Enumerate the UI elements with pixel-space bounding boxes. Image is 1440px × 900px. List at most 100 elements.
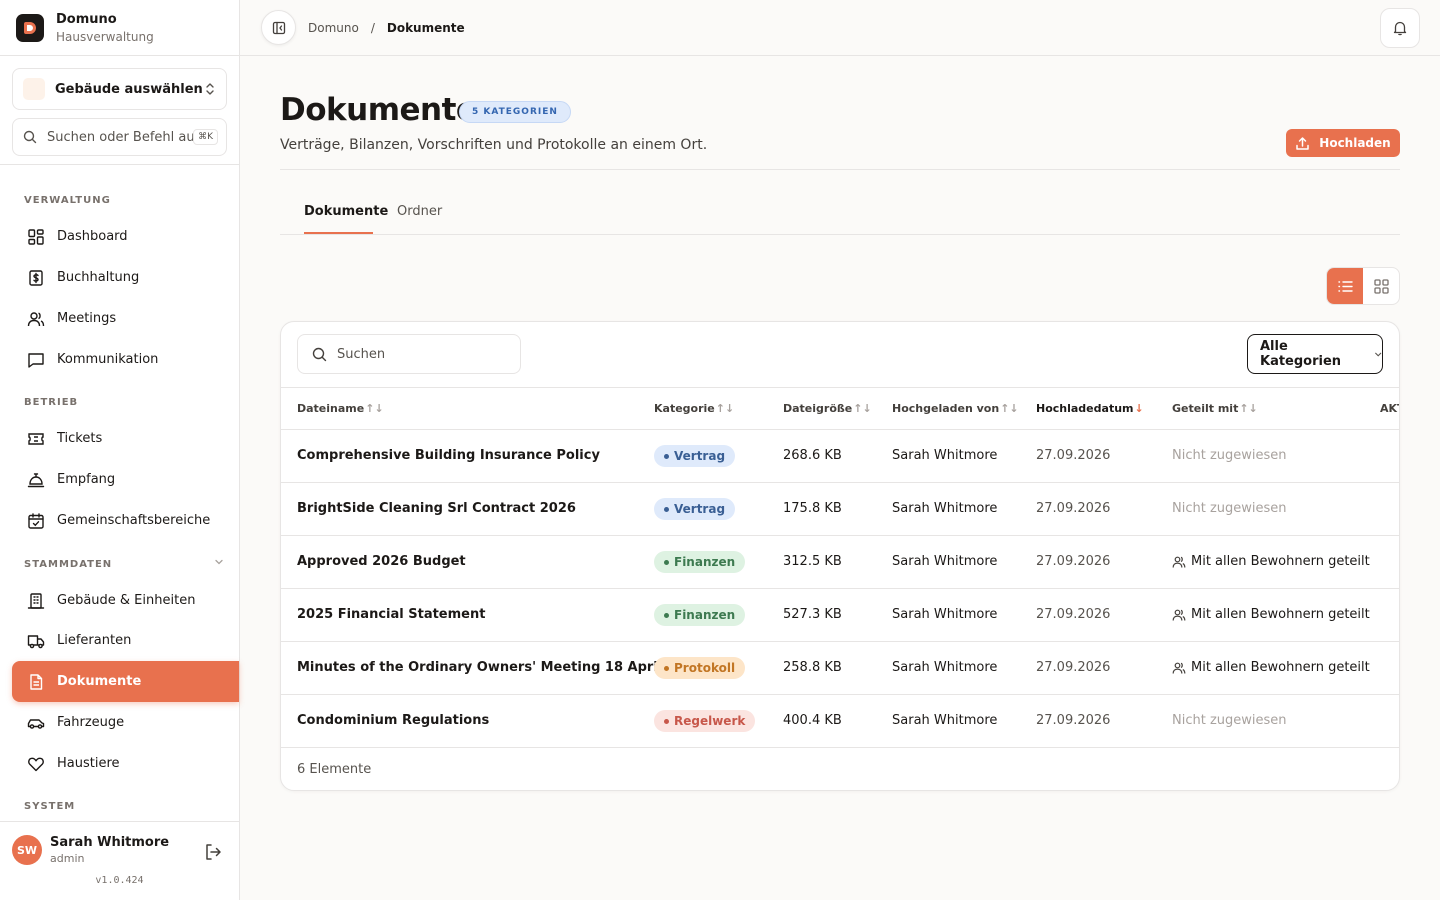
sidebar-toggle-button[interactable] [261, 10, 296, 45]
chevron-down-icon[interactable] [214, 557, 224, 567]
sort-icon: ↑↓ [1239, 402, 1258, 415]
sidebar-item-lieferanten[interactable]: Lieferanten [12, 620, 239, 661]
sidebar-item-haustiere[interactable]: Haustiere [12, 743, 239, 784]
sidebar-item-empfang[interactable]: Empfang [12, 459, 239, 500]
upload-date: 27.09.2026 [1036, 448, 1111, 463]
sidebar-item-label: Meetings [57, 311, 117, 326]
column-label: Dateigröße [783, 402, 853, 415]
sidebar-toggle-icon [272, 21, 285, 34]
sidebar-item-dashboard[interactable]: Dashboard [12, 216, 239, 257]
list-view-button[interactable] [1327, 268, 1363, 304]
command-search[interactable]: Suchen oder Befehl aus ⌘K [12, 118, 227, 156]
shortcut-badge: ⌘K [193, 129, 218, 145]
uploaded-by: Sarah Whitmore [892, 660, 998, 675]
user-role: admin [50, 852, 85, 865]
breadcrumb-root[interactable]: Domuno [308, 21, 359, 35]
table-header: Dateiname↑↓ Kategorie↑↓ Dateigröße↑↓ Hoc… [281, 387, 1399, 430]
sidebar-item-kommunikation[interactable]: Kommunikation [12, 339, 239, 380]
sidebar-item-label: Dokumente [57, 674, 142, 689]
upload-date: 27.09.2026 [1036, 554, 1111, 569]
file-name[interactable]: Minutes of the Ordinary Owners' Meeting … [297, 660, 703, 675]
sidebar-item-label: Buchhaltung [57, 270, 140, 285]
app-version: v1.0.424 [95, 875, 144, 886]
column-label: Dateiname [297, 402, 365, 415]
chat-icon [26, 350, 46, 370]
sidebar-item-label: Empfang [57, 472, 116, 487]
column-header-dateigroesse[interactable]: Dateigröße↑↓ [783, 402, 872, 415]
shared-with: Mit allen Bewohnern geteilt [1172, 607, 1370, 622]
page-title: Dokumente [280, 92, 477, 128]
column-header-dateiname[interactable]: Dateiname↑↓ [297, 402, 384, 415]
shared-with-label: Mit allen Bewohnern geteilt [1191, 554, 1370, 569]
upload-date: 27.09.2026 [1036, 607, 1111, 622]
sidebar-item-tickets[interactable]: Tickets [12, 418, 239, 459]
sort-desc-icon: ↓ [1134, 402, 1144, 415]
file-name[interactable]: Approved 2026 Budget [297, 554, 466, 569]
sidebar-item-buchhaltung[interactable]: Buchhaltung [12, 257, 239, 298]
file-size: 312.5 KB [783, 554, 842, 569]
building-icon [26, 591, 46, 611]
sort-icon: ↑↓ [715, 402, 735, 415]
sidebar-item-dokumente[interactable]: Dokumente [12, 661, 239, 702]
car-icon [26, 713, 46, 733]
avatar[interactable]: SW [12, 835, 42, 865]
ticket-icon [26, 429, 46, 449]
shared-with: Mit allen Bewohnern geteilt [1172, 660, 1370, 675]
building-swatch [23, 78, 45, 100]
building-select[interactable]: Gebäude auswählen [12, 68, 227, 110]
file-size: 527.3 KB [783, 607, 842, 622]
file-size: 268.6 KB [783, 448, 842, 463]
tab-ordner[interactable]: Ordner [397, 204, 442, 219]
brand-name: Domuno [56, 11, 117, 27]
file-name[interactable]: BrightSide Cleaning Srl Contract 2026 [297, 501, 576, 516]
file-name[interactable]: Comprehensive Building Insurance Policy [297, 448, 600, 463]
sidebar-item-label: Tickets [57, 431, 103, 446]
column-header-hochladedatum[interactable]: Hochladedatum↓ [1036, 402, 1144, 415]
category-count-badge: 5 KATEGORIEN [459, 101, 571, 123]
user-name: Sarah Whitmore [50, 835, 170, 850]
search-icon [312, 347, 327, 361]
sidebar-item-fahrzeuge[interactable]: Fahrzeuge [12, 702, 239, 743]
sidebar-item-label: Kommunikation [57, 352, 159, 367]
column-header-kategorie[interactable]: Kategorie↑↓ [654, 402, 734, 415]
column-header-hochgeladen-von[interactable]: Hochgeladen von↑↓ [892, 402, 1019, 415]
list-icon [1337, 280, 1353, 292]
category-filter-select[interactable]: Alle Kategorien [1247, 334, 1383, 374]
upload-icon [1296, 136, 1310, 150]
category-badge: Vertrag [654, 498, 736, 520]
table-search-input[interactable]: Suchen [297, 334, 521, 374]
column-header-geteilt-mit[interactable]: Geteilt mit↑↓ [1172, 402, 1258, 415]
logout-icon[interactable] [203, 842, 223, 862]
category-badge: Protokoll [654, 657, 746, 679]
file-name[interactable]: Condominium Regulations [297, 713, 489, 728]
table-row[interactable]: Approved 2026 Budget Finanzen 312.5 KB Sara… [281, 536, 1399, 589]
sidebar-item-meetings[interactable]: Meetings [12, 298, 239, 339]
shared-with: Nicht zugewiesen [1172, 713, 1287, 728]
sidebar-item-gemeinschaftsbereiche[interactable]: Gemeinschaftsbereiche [12, 500, 239, 541]
shared-with: Mit allen Bewohnern geteilt [1172, 554, 1370, 569]
heart-icon [26, 754, 46, 774]
upload-date: 27.09.2026 [1036, 660, 1111, 675]
sidebar: Domuno Hausverwaltung Gebäude auswählen … [0, 0, 240, 900]
sidebar-item-gebaeude-einheiten[interactable]: Gebäude & Einheiten [12, 580, 239, 621]
table-row[interactable]: Comprehensive Building Insurance Policy V… [281, 430, 1399, 483]
upload-button[interactable]: Hochladen [1286, 129, 1400, 157]
tab-dokumente[interactable]: Dokumente [304, 204, 388, 219]
table-row[interactable]: Condominium Regulations Regelwerk 400.4 KB… [281, 695, 1399, 748]
chevron-up-down-icon [206, 83, 214, 95]
sort-icon: ↑↓ [365, 402, 384, 415]
domuno-logo-icon [16, 13, 44, 42]
grid-view-button[interactable] [1363, 268, 1399, 304]
brand: Domuno Hausverwaltung [0, 0, 239, 56]
table-row[interactable]: 2025 Financial Statement Finanzen 527.3 KB… [281, 589, 1399, 642]
file-size: 258.8 KB [783, 660, 842, 675]
sidebar-item-label: Gebäude & Einheiten [57, 593, 196, 608]
table-row[interactable]: BrightSide Cleaning Srl Contract 2026 Ver… [281, 483, 1399, 536]
user-panel: SW Sarah Whitmore admin v1.0.424 [0, 821, 239, 900]
file-name[interactable]: 2025 Financial Statement [297, 607, 485, 622]
table-row[interactable]: Minutes of the Ordinary Owners' Meeting … [281, 642, 1399, 695]
table-search-placeholder: Suchen [337, 346, 386, 362]
sidebar-item-label: Fahrzeuge [57, 715, 125, 730]
notifications-button[interactable] [1380, 8, 1420, 48]
chevron-down-icon [1374, 352, 1381, 357]
